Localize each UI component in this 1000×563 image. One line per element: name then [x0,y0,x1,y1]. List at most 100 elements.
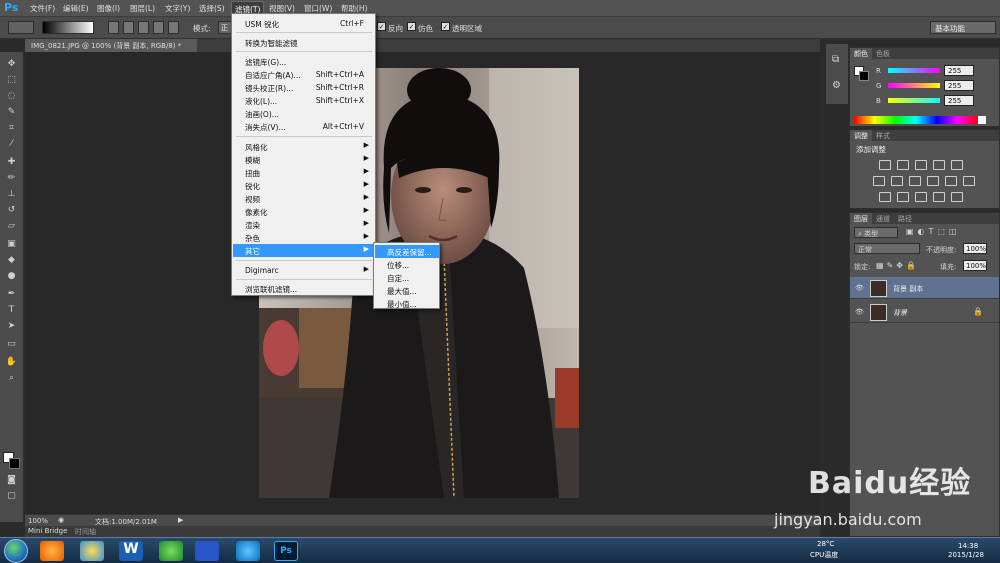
hue-saturation-icon[interactable] [873,176,885,186]
menu-item-blur[interactable]: 模糊 ▶ [233,153,374,166]
color-lookup-icon[interactable] [963,176,975,186]
brightness-icon[interactable] [879,160,891,170]
status-arrow-icon[interactable]: ▶ [178,516,183,524]
blur-tool-icon[interactable]: ◆ [5,254,18,267]
workspace-select[interactable]: 基本功能 [930,21,996,34]
lasso-tool-icon[interactable]: ◌ [5,90,18,103]
layer-row[interactable]: 👁 背景 🔒 [850,301,999,323]
tab-swatches[interactable]: 色板 [872,48,894,59]
layer-name[interactable]: 背景 [893,308,907,318]
menu-item-high-pass[interactable]: 高反差保留... [375,245,439,258]
tab-paths[interactable]: 路径 [894,213,916,224]
vibrance-icon[interactable] [951,160,963,170]
hand-tool-icon[interactable]: ✋ [5,356,18,369]
threshold-icon[interactable] [915,192,927,202]
menu-item-minimum[interactable]: 最小值... [375,297,439,310]
curves-icon[interactable] [915,160,927,170]
menu-item-browse-filters-online[interactable]: 浏览联机滤镜... [233,282,374,295]
tab-channels[interactable]: 通道 [872,213,894,224]
diamond-gradient-button[interactable] [168,21,179,34]
layer-filter-icons[interactable]: ▣◐T⬚◫ [906,227,961,236]
browser-green-icon[interactable] [159,541,183,561]
menu-item-usm-sharpen[interactable]: USM 锐化 Ctrl+F [233,17,374,30]
tool-preset-picker[interactable] [8,21,34,34]
move-tool-icon[interactable]: ✥ [5,58,18,71]
red-slider[interactable] [888,68,940,73]
fill-input[interactable]: 100% [963,260,987,271]
menu-item-sharpen[interactable]: 锐化 ▶ [233,179,374,192]
dodge-tool-icon[interactable]: ● [5,270,18,283]
marquee-tool-icon[interactable]: ⬚ [5,74,18,87]
color-spectrum-ramp[interactable] [854,116,978,124]
chat-app-icon[interactable] [80,541,104,561]
color-balance-icon[interactable] [891,176,903,186]
properties-panel-icon[interactable]: ⚙ [832,80,841,91]
invert-icon[interactable] [879,192,891,202]
menu-item-distort[interactable]: 扭曲 ▶ [233,166,374,179]
dither-checkbox[interactable]: ✓ [407,22,416,31]
transparency-checkbox[interactable]: ✓ [441,22,450,31]
radial-gradient-button[interactable] [123,21,134,34]
menu-item-liquify[interactable]: 液化(L)... Shift+Ctrl+X [233,94,374,107]
menu-item-video[interactable]: 视频 ▶ [233,192,374,205]
tab-mini-bridge[interactable]: Mini Bridge [28,527,67,535]
quick-select-tool-icon[interactable]: ✎ [5,106,18,119]
reflected-gradient-button[interactable] [153,21,164,34]
shape-tool-icon[interactable]: ▭ [5,338,18,351]
menu-item-adaptive-wide-angle[interactable]: 自适应广角(A)... Shift+Ctrl+A [233,68,374,81]
menu-item-maximum[interactable]: 最大值... [375,284,439,297]
menu-item-filter-gallery[interactable]: 滤镜库(G)... [233,55,374,68]
blue-value[interactable]: 255 [944,95,974,106]
red-value[interactable]: 255 [944,65,974,76]
word-processor-icon[interactable]: W [119,541,143,561]
tab-timeline[interactable]: 时间轴 [75,527,96,537]
menu-item-offset[interactable]: 位移... [375,258,439,271]
path-select-tool-icon[interactable]: ➤ [5,320,18,333]
gradient-map-icon[interactable] [933,192,945,202]
menu-item-digimarc[interactable]: Digimarc ▶ [233,264,374,277]
visibility-eye-icon[interactable]: 👁 [855,308,864,316]
eyedropper-tool-icon[interactable]: ⁄ [5,138,18,151]
linear-gradient-button[interactable] [108,21,119,34]
gradient-picker[interactable] [42,21,94,34]
photo-filter-icon[interactable] [927,176,939,186]
media-player-icon[interactable] [40,541,64,561]
photoshop-taskbar-icon[interactable]: Ps [274,541,298,561]
tab-adjustments[interactable]: 调整 [850,130,872,141]
menu-layer[interactable]: 图层(L) [130,3,155,15]
green-slider[interactable] [888,83,940,88]
crop-tool-icon[interactable]: ⌗ [5,122,18,135]
lock-icons[interactable]: ▦✎✥🔒 [876,261,919,270]
menu-item-lens-correction[interactable]: 镜头校正(R)... Shift+Ctrl+R [233,81,374,94]
eraser-tool-icon[interactable]: ▱ [5,220,18,233]
reverse-checkbox[interactable]: ✓ [377,22,386,31]
visibility-eye-icon[interactable]: 👁 [855,284,864,292]
channel-mixer-icon[interactable] [945,176,957,186]
levels-icon[interactable] [897,160,909,170]
posterize-icon[interactable] [897,192,909,202]
menu-file[interactable]: 文件(F) [30,3,55,15]
menu-item-stylize[interactable]: 风格化 ▶ [233,140,374,153]
gradient-tool-icon[interactable]: ▣ [5,238,18,251]
menu-select[interactable]: 选择(S) [199,3,225,15]
history-panel-icon[interactable]: ⧉ [832,54,839,65]
document-tab[interactable]: IMG_0821.JPG @ 100% (背景 副本, RGB/8) * [25,39,197,52]
type-tool-icon[interactable]: T [5,304,18,317]
history-brush-tool-icon[interactable]: ↺ [5,204,18,217]
tab-styles[interactable]: 样式 [872,130,894,141]
exposure-icon[interactable] [933,160,945,170]
clone-stamp-tool-icon[interactable]: ⊥ [5,188,18,201]
brush-tool-icon[interactable]: ✏ [5,172,18,185]
zoom-tool-icon[interactable]: ⌕ [5,372,18,385]
menu-item-vanishing-point[interactable]: 消失点(V)... Alt+Ctrl+V [233,120,374,133]
menu-edit[interactable]: 编辑(E) [63,3,89,15]
menu-item-convert-smart-filter[interactable]: 转换为智能滤镜 [233,36,374,49]
menu-item-noise[interactable]: 杂色 ▶ [233,231,374,244]
menu-item-other[interactable]: 其它 ▶ [233,244,374,257]
baidu-icon[interactable] [195,541,219,561]
menu-item-oil-paint[interactable]: 油画(O)... [233,107,374,120]
clock-time[interactable]: 14:38 [958,542,978,550]
white-ramp-end[interactable] [978,116,986,124]
menu-item-custom[interactable]: 自定... [375,271,439,284]
screen-mode-icon[interactable]: ▢ [5,490,18,503]
